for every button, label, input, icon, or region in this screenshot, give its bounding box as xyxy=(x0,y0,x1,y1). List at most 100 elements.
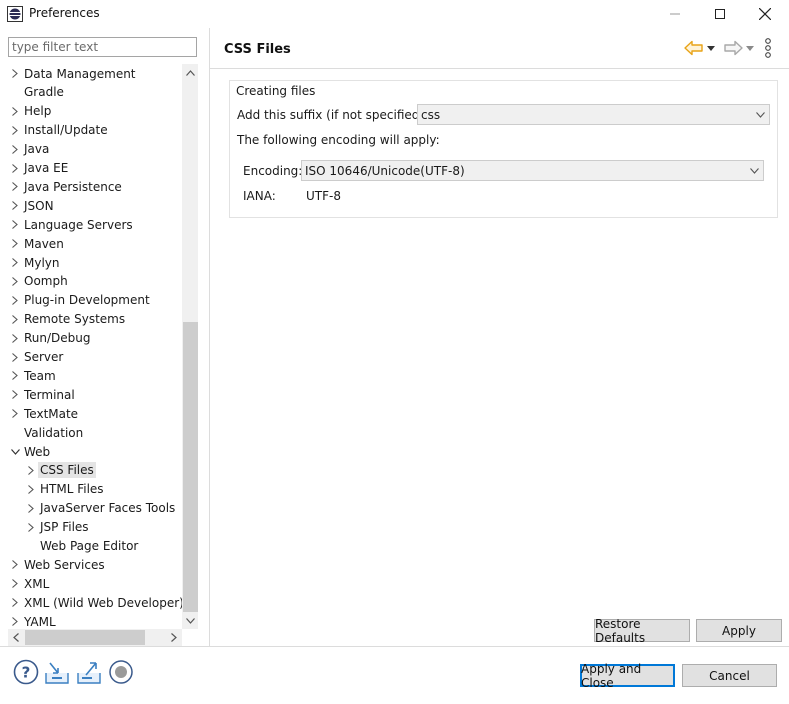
view-menu-icon[interactable] xyxy=(764,38,772,58)
chevron-right-icon[interactable] xyxy=(8,121,22,140)
tree-item[interactable]: XML (Wild Web Developer) xyxy=(8,593,182,612)
tree-item[interactable]: Java Persistence xyxy=(8,177,182,196)
back-arrow-icon[interactable] xyxy=(684,38,704,58)
chevron-right-icon[interactable] xyxy=(8,159,22,178)
group-label: Creating files xyxy=(235,84,317,98)
apply-button[interactable]: Apply xyxy=(696,619,782,642)
scroll-down-icon[interactable] xyxy=(182,612,198,629)
tree-item[interactable]: Team xyxy=(8,366,182,385)
export-preferences-icon[interactable] xyxy=(76,659,102,685)
suffix-combo[interactable]: css xyxy=(417,104,770,125)
chevron-right-icon[interactable] xyxy=(8,291,22,310)
record-preferences-icon[interactable] xyxy=(108,659,134,685)
apply-and-close-button[interactable]: Apply and Close xyxy=(580,662,675,690)
suffix-label: Add this suffix (if not specified): xyxy=(237,108,429,122)
scroll-right-icon[interactable] xyxy=(166,629,182,646)
tree-item[interactable]: Terminal xyxy=(8,385,182,404)
restore-defaults-button[interactable]: Restore Defaults xyxy=(594,617,690,645)
tree-item-label: Team xyxy=(24,368,56,383)
tree-item-label: JavaServer Faces Tools xyxy=(40,501,176,516)
tree-item[interactable]: Run/Debug xyxy=(8,329,182,348)
tree-item[interactable]: CSS Files xyxy=(8,461,182,480)
chevron-right-icon[interactable] xyxy=(8,366,22,385)
tree-item[interactable]: Language Servers xyxy=(8,215,182,234)
tree-item[interactable]: JavaServer Faces Tools xyxy=(8,499,182,518)
chevron-right-icon[interactable] xyxy=(8,196,22,215)
tree-item[interactable]: Web Services xyxy=(8,555,182,574)
tree-item[interactable]: Web xyxy=(8,442,182,461)
suffix-value: css xyxy=(421,107,441,122)
tree-item-label: HTML Files xyxy=(40,482,104,497)
tree-vertical-scrollbar[interactable] xyxy=(182,64,198,629)
dialog-button-bar: ? Apply and Close Cancel xyxy=(0,646,789,704)
cancel-button[interactable]: Cancel xyxy=(682,664,777,687)
tree-item[interactable]: Server xyxy=(8,348,182,367)
back-history-dropdown-icon[interactable] xyxy=(707,38,715,58)
tree-item-label: TextMate xyxy=(24,406,79,421)
chevron-right-icon[interactable] xyxy=(8,385,22,404)
tree-item[interactable]: JSON xyxy=(8,196,182,215)
chevron-right-icon[interactable] xyxy=(24,480,38,499)
tree-item[interactable]: Remote Systems xyxy=(8,310,182,329)
tree-item[interactable]: HTML Files xyxy=(8,480,182,499)
tree-item[interactable]: Oomph xyxy=(8,272,182,291)
tree-item[interactable]: TextMate xyxy=(8,404,182,423)
chevron-down-icon[interactable] xyxy=(8,442,22,461)
tree-item[interactable]: JSP Files xyxy=(8,518,182,537)
chevron-right-icon[interactable] xyxy=(8,404,22,423)
chevron-right-icon[interactable] xyxy=(8,215,22,234)
tree-item[interactable]: Java EE xyxy=(8,159,182,178)
tree-horizontal-scrollbar[interactable] xyxy=(8,629,182,646)
filter-input[interactable] xyxy=(8,37,197,57)
tree-item-label: Remote Systems xyxy=(24,312,126,327)
chevron-right-icon[interactable] xyxy=(8,574,22,593)
tree-item-label: Web Page Editor xyxy=(40,539,139,553)
close-button[interactable] xyxy=(742,0,788,28)
chevron-right-icon[interactable] xyxy=(8,555,22,574)
page-header: CSS Files xyxy=(210,28,789,69)
tree-item[interactable]: Help xyxy=(8,102,182,121)
chevron-right-icon[interactable] xyxy=(24,518,38,537)
tree-item[interactable]: XML xyxy=(8,574,182,593)
tree-item-label: Validation xyxy=(24,425,84,440)
tree-item-label: JSON xyxy=(24,198,54,213)
chevron-right-icon[interactable] xyxy=(8,253,22,272)
scroll-thumb[interactable] xyxy=(183,322,198,612)
tree-item-label: YAML xyxy=(24,614,56,629)
tree-item[interactable]: YAML xyxy=(8,612,182,629)
tree-item[interactable]: Mylyn xyxy=(8,253,182,272)
hscroll-thumb[interactable] xyxy=(25,630,145,645)
tree-item[interactable]: Web Page Editor xyxy=(8,537,182,556)
chevron-right-icon[interactable] xyxy=(8,612,22,629)
creating-files-group: Creating files Add this suffix (if not s… xyxy=(229,80,778,218)
chevron-right-icon[interactable] xyxy=(8,348,22,367)
chevron-right-icon[interactable] xyxy=(8,329,22,348)
chevron-right-icon[interactable] xyxy=(8,593,22,612)
minimize-button[interactable] xyxy=(652,0,698,28)
tree-item[interactable]: Plug-in Development xyxy=(8,291,182,310)
help-icon[interactable]: ? xyxy=(13,659,39,685)
tree-item[interactable]: Gradle xyxy=(8,83,182,102)
import-preferences-icon[interactable] xyxy=(44,659,70,685)
chevron-right-icon[interactable] xyxy=(8,64,22,83)
chevron-right-icon[interactable] xyxy=(8,102,22,121)
tree-item[interactable]: Install/Update xyxy=(8,121,182,140)
chevron-right-icon[interactable] xyxy=(8,234,22,253)
tree-item[interactable]: Java xyxy=(8,140,182,159)
scroll-up-icon[interactable] xyxy=(182,64,198,81)
maximize-button[interactable] xyxy=(697,0,743,28)
scroll-left-icon[interactable] xyxy=(8,629,24,646)
chevron-right-icon[interactable] xyxy=(24,461,38,480)
tree-item-label: Language Servers xyxy=(24,217,133,232)
chevron-right-icon[interactable] xyxy=(24,499,38,518)
tree-item[interactable]: Maven xyxy=(8,234,182,253)
chevron-right-icon[interactable] xyxy=(8,140,22,159)
encoding-combo[interactable]: ISO 10646/Unicode(UTF-8) xyxy=(301,160,764,181)
forward-arrow-icon[interactable] xyxy=(723,38,743,58)
forward-history-dropdown-icon[interactable] xyxy=(746,38,754,58)
tree-item[interactable]: Data Management xyxy=(8,64,182,83)
chevron-right-icon[interactable] xyxy=(8,177,22,196)
chevron-right-icon[interactable] xyxy=(8,272,22,291)
tree-item[interactable]: Validation xyxy=(8,423,182,442)
chevron-right-icon[interactable] xyxy=(8,310,22,329)
